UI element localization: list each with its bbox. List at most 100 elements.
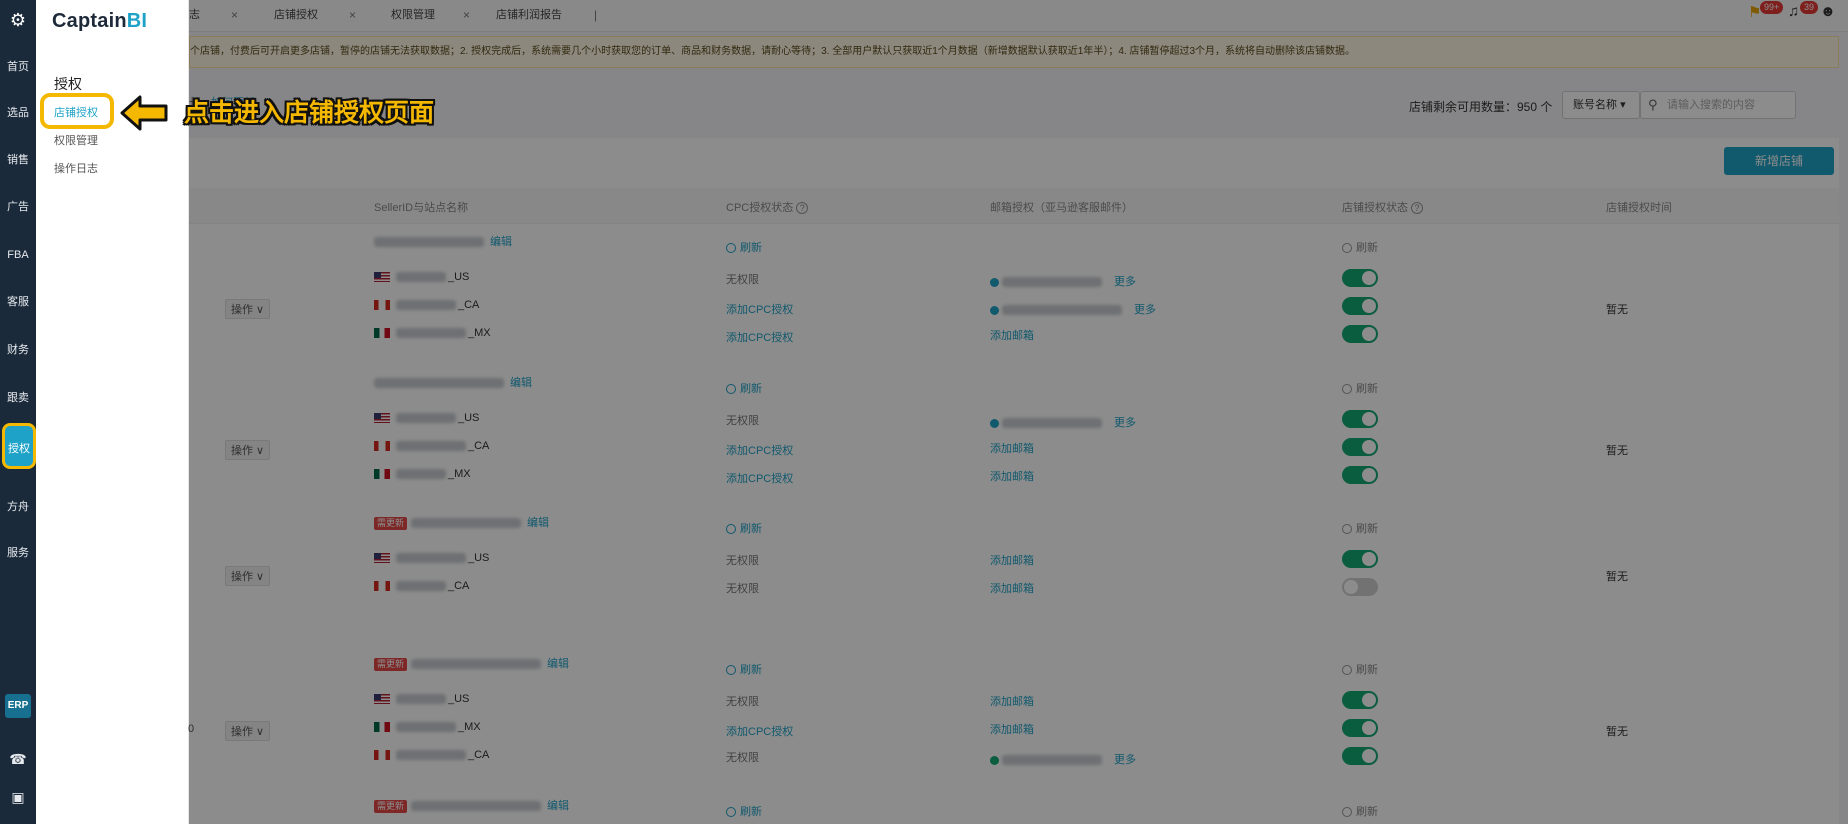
- rail-item-finance[interactable]: 财务: [0, 339, 36, 361]
- seller-id-cell: 需更新 编辑: [374, 797, 569, 813]
- submenu-item-operation-log[interactable]: 操作日志: [54, 160, 98, 176]
- gift-icon[interactable]: ▣: [9, 788, 27, 806]
- store-auth-toggle[interactable]: [1342, 410, 1378, 428]
- store-auth-toggle[interactable]: [1342, 550, 1378, 568]
- store-auth-toggle[interactable]: [1342, 325, 1378, 343]
- store-auth-toggle[interactable]: [1342, 438, 1378, 456]
- site-name-cell: _US: [374, 412, 479, 424]
- rail-item-ark[interactable]: 方舟: [0, 496, 36, 518]
- need-update-badge: 需更新: [374, 516, 408, 530]
- rail-item-authorization[interactable]: 授权: [2, 423, 36, 469]
- nav-rail: ⚙ 首页 选品 销售 广告 FBA 客服 财务 跟卖 授权 方舟 服务 ERP …: [0, 0, 36, 824]
- rail-item-product-selection[interactable]: 选品: [0, 102, 36, 124]
- store-name-masked: [396, 272, 446, 283]
- brand-accent-text: BI: [126, 10, 148, 32]
- add-email-link[interactable]: 添加邮箱: [990, 721, 1034, 737]
- store-auth-toggle[interactable]: [1342, 297, 1378, 315]
- add-email-link[interactable]: 添加邮箱: [990, 693, 1034, 709]
- edit-link[interactable]: 编辑: [510, 377, 532, 389]
- cpc-refresh-link[interactable]: 刷新: [726, 803, 762, 819]
- operation-dropdown[interactable]: 操作 ∨: [225, 440, 271, 460]
- add-cpc-link[interactable]: 添加CPC授权: [726, 329, 793, 345]
- store-refresh-link[interactable]: 刷新: [1342, 239, 1378, 255]
- cpc-refresh-link[interactable]: 刷新: [726, 520, 762, 536]
- store-auth-toggle[interactable]: [1342, 466, 1378, 484]
- close-icon[interactable]: ×: [463, 0, 470, 30]
- help-icon[interactable]: ?: [796, 202, 809, 214]
- store-auth-toggle[interactable]: [1342, 691, 1378, 709]
- operation-dropdown[interactable]: 操作 ∨: [225, 566, 271, 586]
- new-store-button[interactable]: 新增店铺: [1724, 147, 1834, 175]
- rail-item-fba[interactable]: FBA: [0, 244, 36, 266]
- edit-link[interactable]: 编辑: [490, 236, 512, 248]
- store-auth-toggle[interactable]: [1342, 719, 1378, 737]
- operation-dropdown[interactable]: 操作 ∨: [225, 721, 271, 741]
- site-name-cell: _US: [374, 552, 489, 564]
- submenu-item-store-authorization[interactable]: 店铺授权: [54, 104, 98, 120]
- cpc-refresh-link[interactable]: 刷新: [726, 239, 762, 255]
- store-refresh-link[interactable]: 刷新: [1342, 520, 1378, 536]
- edit-link[interactable]: 编辑: [527, 517, 549, 529]
- add-cpc-link[interactable]: 添加CPC授权: [726, 470, 793, 486]
- search-input[interactable]: ⚲ 请输入搜索的内容: [1640, 91, 1796, 119]
- col-store-status-label: 店铺授权状态: [1342, 202, 1408, 214]
- site-name-cell: _MX: [374, 327, 491, 339]
- more-link[interactable]: 更多: [1114, 276, 1136, 288]
- top-icons: ⚑ 99+ ♫ 39 ☻: [1748, 1, 1838, 27]
- rail-item-services[interactable]: 服务: [0, 542, 36, 564]
- tab-permission-management[interactable]: 权限管理 ×: [391, 0, 470, 32]
- rail-item-follow-sell[interactable]: 跟卖: [0, 387, 36, 409]
- flag-badge: 99+: [1760, 1, 1784, 14]
- add-cpc-link[interactable]: 添加CPC授权: [726, 301, 793, 317]
- app-logo-icon[interactable]: ⚙: [6, 8, 30, 32]
- edit-link[interactable]: 编辑: [547, 800, 569, 812]
- close-icon[interactable]: ×: [231, 0, 238, 30]
- support-icon[interactable]: ☎: [9, 750, 27, 768]
- site-name-cell: _US: [374, 693, 469, 705]
- store-refresh-link[interactable]: 刷新: [1342, 803, 1378, 819]
- add-email-link[interactable]: 添加邮箱: [990, 468, 1034, 484]
- more-link[interactable]: 更多: [1114, 754, 1136, 766]
- rail-item-customer-service[interactable]: 客服: [0, 291, 36, 313]
- more-link[interactable]: 更多: [1134, 304, 1156, 316]
- add-email-link[interactable]: 添加邮箱: [990, 580, 1034, 596]
- store-refresh-link[interactable]: 刷新: [1342, 661, 1378, 677]
- store-auth-toggle[interactable]: [1342, 747, 1378, 765]
- cpc-status-text: 无权限: [726, 555, 759, 567]
- tab-log[interactable]: 志 ×: [189, 0, 238, 32]
- account-name-select[interactable]: 账号名称 ▾: [1562, 91, 1640, 119]
- tab-store-authorization[interactable]: 店铺授权 ×: [274, 0, 356, 32]
- add-email-link[interactable]: 添加邮箱: [990, 440, 1034, 456]
- flag-mx-icon: [374, 722, 390, 733]
- add-cpc-link[interactable]: 添加CPC授权: [726, 723, 793, 739]
- store-auth-toggle[interactable]: [1342, 269, 1378, 287]
- rail-item-sales[interactable]: 销售: [0, 149, 36, 171]
- help-icon[interactable]: ?: [1411, 202, 1423, 214]
- account-name-select-value: 账号名称: [1573, 99, 1617, 111]
- add-email-link[interactable]: 添加邮箱: [990, 552, 1034, 568]
- col-cpc-status: CPC授权状态?: [726, 199, 809, 215]
- market-code: _US: [468, 552, 490, 564]
- erp-button[interactable]: ERP: [5, 694, 31, 718]
- email-masked: [1002, 755, 1102, 766]
- store-name-masked: [396, 300, 456, 311]
- email-status-icon: [990, 755, 999, 765]
- add-email-link[interactable]: 添加邮箱: [990, 327, 1034, 343]
- user-icon[interactable]: ☻: [1820, 3, 1838, 25]
- add-cpc-link[interactable]: 添加CPC授权: [726, 442, 793, 458]
- store-auth-toggle[interactable]: [1342, 578, 1378, 596]
- site-name-cell: _CA: [374, 749, 489, 761]
- store-refresh-link[interactable]: 刷新: [1342, 380, 1378, 396]
- cpc-refresh-link[interactable]: 刷新: [726, 380, 762, 396]
- edit-link[interactable]: 编辑: [547, 658, 569, 670]
- operation-dropdown[interactable]: 操作 ∨: [225, 299, 271, 319]
- more-link[interactable]: 更多: [1114, 417, 1136, 429]
- rail-item-ads[interactable]: 广告: [0, 196, 36, 218]
- close-icon[interactable]: ×: [349, 0, 356, 30]
- tab-store-profit-report[interactable]: 店铺利润报告 |: [496, 0, 597, 32]
- brand-logo[interactable]: CaptainBI: [52, 10, 147, 33]
- table-header: SellerID与站点名称 CPC授权状态? 邮箱授权（亚马逊客服邮件） 店铺授…: [189, 188, 1839, 224]
- cpc-refresh-link[interactable]: 刷新: [726, 661, 762, 677]
- rail-item-home[interactable]: 首页: [0, 56, 36, 78]
- submenu-item-permission-management[interactable]: 权限管理: [54, 132, 98, 148]
